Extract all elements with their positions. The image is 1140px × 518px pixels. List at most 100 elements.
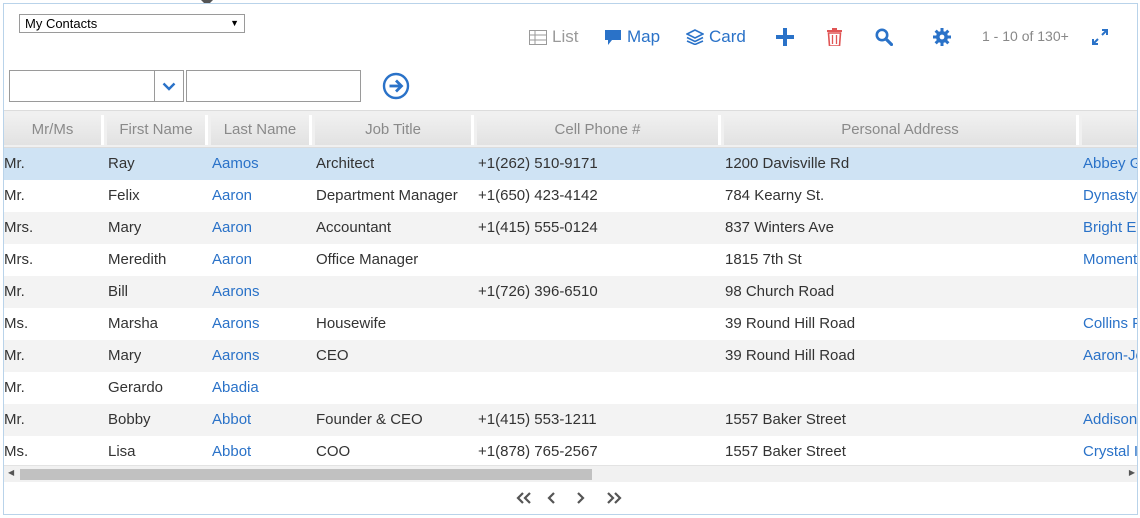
cell-job-title: Accountant (316, 219, 392, 236)
scrollbar-thumb[interactable] (20, 469, 592, 480)
first-page-button[interactable] (514, 489, 534, 509)
cell-company-link[interactable]: Aaron-Jo (1083, 340, 1137, 372)
cell-last-name-link[interactable]: Abbot (212, 404, 251, 436)
cell-last-name-link[interactable]: Aaron (212, 180, 252, 212)
cell-first-name: Felix (108, 187, 140, 204)
cell-mrms: Mrs. (4, 219, 34, 236)
map-view-button[interactable]: Map (604, 24, 660, 50)
column-header-cell-phone[interactable]: Cell Phone # (477, 115, 721, 145)
gear-icon (933, 28, 951, 46)
cell-job-title: Department Manager (316, 187, 458, 204)
chevron-down-icon (154, 71, 183, 101)
delete-button[interactable] (827, 24, 842, 50)
table-row[interactable]: Mr. Gerardo Abadia (4, 372, 1137, 404)
list-icon (529, 29, 547, 45)
scroll-right-icon[interactable]: ▶ (1129, 468, 1135, 477)
cell-company-link[interactable] (1083, 276, 1137, 308)
column-header-personal-address[interactable]: Personal Address (724, 115, 1079, 145)
next-page-button[interactable] (570, 489, 590, 509)
cell-last-name-link[interactable]: Aaron (212, 212, 252, 244)
cell-mrms: Mr. (4, 187, 25, 204)
record-count: 1 - 10 of 130+ (982, 28, 1069, 44)
cell-address: 98 Church Road (725, 283, 835, 300)
previous-page-button[interactable] (542, 489, 562, 509)
column-header-mrms[interactable]: Mr/Ms (4, 115, 104, 145)
list-view-button[interactable]: List (529, 24, 578, 50)
cell-company-link[interactable]: Moment (1083, 244, 1137, 276)
cell-company-link[interactable]: Collins F (1083, 308, 1137, 340)
contacts-panel: My Contacts ▼ List Map Card 1 - 10 of 13… (3, 3, 1138, 515)
filter-value-input[interactable] (186, 70, 361, 102)
table-row[interactable]: Mr. Felix Aaron Department Manager +1(65… (4, 180, 1137, 212)
cell-last-name-link[interactable]: Aarons (212, 276, 260, 308)
view-selector[interactable]: My Contacts ▼ (19, 14, 245, 33)
cell-job-title: Architect (316, 155, 375, 172)
plus-icon (776, 28, 794, 46)
cell-phone: +1(878) 765-2567 (478, 443, 598, 460)
cell-mrms: Mr. (4, 283, 25, 300)
cell-address: 837 Winters Ave (725, 219, 834, 236)
card-view-button[interactable]: Card (686, 24, 746, 50)
table-row[interactable]: Mr. Ray Aamos Architect +1(262) 510-9171… (4, 148, 1137, 180)
column-header-company[interactable] (1082, 115, 1137, 145)
cell-mrms: Ms. (4, 443, 29, 460)
cell-first-name: Bill (108, 283, 129, 300)
filter-field-select[interactable] (9, 70, 184, 102)
chevron-right-icon (575, 491, 585, 508)
add-button[interactable] (776, 24, 794, 50)
cell-address: 39 Round Hill Road (725, 347, 856, 364)
table-row[interactable]: Mr. Bobby Abbot Founder & CEO +1(415) 55… (4, 404, 1137, 436)
cell-last-name-link[interactable]: Aarons (212, 308, 260, 340)
cell-first-name: Lisa (108, 443, 136, 460)
cell-company-link[interactable]: Crystal I (1083, 436, 1137, 468)
cell-job-title: CEO (316, 347, 349, 364)
cell-address: 784 Kearny St. (725, 187, 825, 204)
column-header-job-title[interactable]: Job Title (315, 115, 474, 145)
cell-mrms: Mrs. (4, 251, 34, 268)
go-button[interactable] (382, 72, 410, 100)
fullscreen-button[interactable] (1092, 24, 1108, 50)
last-page-button[interactable] (604, 489, 624, 509)
cell-company-link[interactable]: Dynasty (1083, 180, 1137, 212)
table-row[interactable]: Ms. Marsha Aarons Housewife 39 Round Hil… (4, 308, 1137, 340)
cell-first-name: Ray (108, 155, 135, 172)
cell-company-link[interactable]: Bright E (1083, 212, 1137, 244)
scroll-left-icon[interactable]: ◀ (8, 468, 14, 477)
map-icon (604, 29, 622, 46)
search-button[interactable] (875, 24, 893, 50)
cell-company-link[interactable]: Addison (1083, 404, 1137, 436)
cell-last-name-link[interactable]: Aamos (212, 148, 259, 180)
cell-first-name: Mary (108, 219, 142, 236)
cell-first-name: Gerardo (108, 379, 164, 396)
cell-last-name-link[interactable]: Aarons (212, 340, 260, 372)
table-row[interactable]: Mr. Mary Aarons CEO 39 Round Hill Road A… (4, 340, 1137, 372)
arrow-right-circle-icon (382, 72, 410, 104)
cell-last-name-link[interactable]: Aaron (212, 244, 252, 276)
view-selector-value: My Contacts (25, 16, 98, 31)
cell-last-name-link[interactable]: Abadia (212, 372, 259, 404)
cell-mrms: Mr. (4, 347, 25, 364)
column-header-first-name[interactable]: First Name (107, 115, 208, 145)
expand-icon (1092, 29, 1108, 45)
contacts-grid: Mr/Ms First Name Last Name Job Title Cel… (4, 110, 1137, 485)
cell-last-name-link[interactable]: Abbot (212, 436, 251, 468)
table-row[interactable]: Mrs. Mary Aaron Accountant +1(415) 555-0… (4, 212, 1137, 244)
table-row[interactable]: Mr. Bill Aarons +1(726) 396-6510 98 Chur… (4, 276, 1137, 308)
cell-phone: +1(415) 553-1211 (478, 411, 597, 428)
cell-mrms: Mr. (4, 379, 25, 396)
horizontal-scrollbar[interactable]: ◀ ▶ (4, 465, 1137, 482)
chevron-left-icon (547, 491, 557, 508)
cell-company-link[interactable]: Abbey G (1083, 148, 1137, 180)
column-header-last-name[interactable]: Last Name (211, 115, 312, 145)
settings-button[interactable] (933, 24, 951, 50)
table-row[interactable]: Ms. Lisa Abbot COO +1(878) 765-2567 1557… (4, 436, 1137, 468)
cell-phone: +1(415) 555-0124 (478, 219, 598, 236)
cell-phone: +1(726) 396-6510 (478, 283, 598, 300)
cell-first-name: Mary (108, 347, 142, 364)
cell-company-link[interactable] (1083, 372, 1137, 404)
card-label: Card (709, 27, 746, 46)
cell-address: 39 Round Hill Road (725, 315, 856, 332)
cell-first-name: Bobby (108, 411, 151, 428)
cell-address: 1557 Baker Street (725, 411, 846, 428)
table-row[interactable]: Mrs. Meredith Aaron Office Manager 1815 … (4, 244, 1137, 276)
